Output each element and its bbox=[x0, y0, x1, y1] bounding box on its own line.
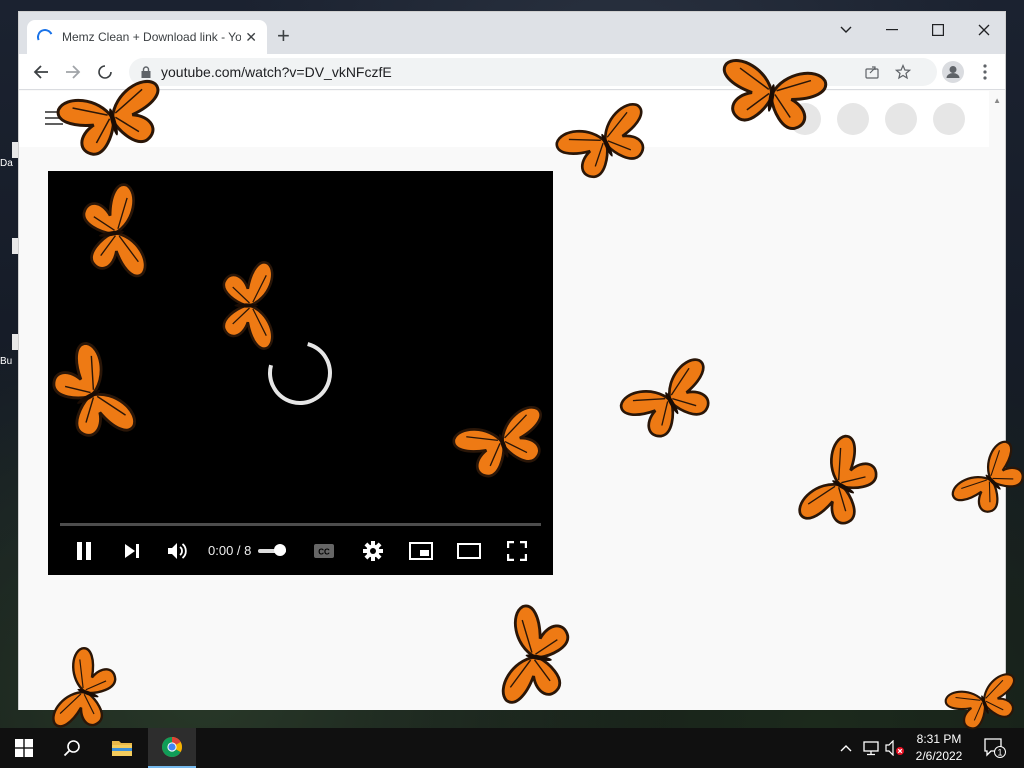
pause-button[interactable] bbox=[72, 539, 96, 563]
gear-icon bbox=[363, 541, 383, 561]
bookmark-star-icon[interactable] bbox=[895, 64, 911, 80]
miniplayer-button[interactable] bbox=[409, 539, 433, 563]
taskbar: 8:31 PM 2/6/2022 1 bbox=[0, 728, 1024, 768]
kebab-menu-icon bbox=[983, 64, 987, 80]
clock-time: 8:31 PM bbox=[916, 732, 962, 746]
notification-count: 1 bbox=[997, 748, 1002, 758]
butterfly-overlay bbox=[552, 99, 660, 188]
file-explorer-button[interactable] bbox=[98, 728, 146, 768]
show-hidden-icons-button[interactable] bbox=[836, 728, 856, 768]
chrome-icon bbox=[162, 737, 182, 757]
miniplayer-icon bbox=[409, 542, 433, 560]
page-scrollbar[interactable] bbox=[989, 91, 1005, 710]
skip-next-icon bbox=[125, 544, 139, 558]
time-display: 0:00 / 8 bbox=[208, 543, 252, 558]
tab-active[interactable]: Memz Clean + Download link - YouTube ✕ bbox=[27, 20, 267, 54]
system-clock[interactable]: 8:31 PM 2/6/2022 bbox=[912, 731, 966, 765]
player-controls: 0:00 / 8 CC bbox=[48, 531, 553, 571]
lock-icon bbox=[141, 66, 151, 78]
butterfly-overlay bbox=[942, 670, 1024, 736]
volume-button[interactable] bbox=[166, 539, 190, 563]
folder-icon bbox=[112, 741, 132, 756]
back-button[interactable] bbox=[27, 58, 55, 86]
new-tab-button[interactable]: + bbox=[277, 23, 290, 49]
volume-slider-knob[interactable] bbox=[274, 544, 286, 556]
windows-logo-icon bbox=[15, 739, 33, 757]
butterfly-overlay bbox=[499, 603, 574, 712]
settings-button[interactable] bbox=[361, 539, 385, 563]
chevron-up-icon bbox=[840, 745, 852, 752]
pause-icon bbox=[77, 542, 91, 560]
header-placeholder-icon[interactable] bbox=[885, 103, 917, 135]
tab-search-button[interactable] bbox=[823, 16, 869, 44]
maximize-button[interactable] bbox=[915, 16, 961, 44]
desktop-icon-label: Bu bbox=[0, 356, 13, 367]
butterfly-overlay bbox=[222, 261, 274, 350]
close-icon bbox=[978, 24, 990, 36]
butterfly-overlay bbox=[49, 644, 124, 741]
menu-button[interactable] bbox=[971, 58, 999, 86]
butterfly-overlay bbox=[54, 77, 172, 163]
progress-bar[interactable] bbox=[60, 523, 541, 526]
profile-button[interactable] bbox=[939, 58, 967, 86]
url-text: youtube.com/watch?v=DV_vkNFczfE bbox=[161, 64, 392, 80]
butterfly-overlay bbox=[41, 338, 141, 454]
clock-date: 2/6/2022 bbox=[915, 749, 963, 763]
share-icon[interactable] bbox=[865, 65, 879, 79]
butterfly-overlay bbox=[616, 354, 726, 449]
close-window-button[interactable] bbox=[961, 16, 1007, 44]
network-icon bbox=[863, 741, 879, 756]
butterfly-overlay bbox=[449, 402, 557, 486]
minimize-icon bbox=[886, 29, 898, 31]
chevron-down-icon bbox=[840, 26, 852, 33]
volume-muted-icon bbox=[885, 740, 904, 756]
butterfly-overlay bbox=[794, 431, 889, 541]
volume-icon bbox=[168, 543, 187, 559]
volume-tray-button[interactable] bbox=[884, 728, 906, 768]
arrow-left-icon bbox=[33, 65, 48, 79]
desktop-icon-label: Da bbox=[0, 158, 13, 169]
butterfly-overlay bbox=[714, 56, 829, 135]
maximize-icon bbox=[932, 24, 944, 36]
scroll-up-icon[interactable]: ▲ bbox=[993, 96, 1001, 105]
start-button[interactable] bbox=[0, 728, 48, 768]
butterfly-overlay bbox=[78, 181, 149, 285]
notification-center-button[interactable]: 1 bbox=[984, 738, 1006, 763]
chrome-taskbar-button[interactable] bbox=[148, 728, 196, 768]
svg-text:CC: CC bbox=[318, 548, 330, 557]
loading-spinner-icon bbox=[34, 26, 56, 48]
search-icon bbox=[63, 740, 80, 757]
notification-icon: 1 bbox=[984, 738, 1006, 758]
fullscreen-icon bbox=[507, 541, 527, 561]
minimize-button[interactable] bbox=[869, 16, 915, 44]
butterfly-overlay bbox=[948, 437, 1024, 525]
next-button[interactable] bbox=[120, 539, 144, 563]
header-placeholder-icon[interactable] bbox=[837, 103, 869, 135]
theater-icon bbox=[457, 543, 481, 559]
tab-close-icon[interactable]: ✕ bbox=[245, 29, 257, 46]
captions-icon: CC bbox=[314, 544, 334, 558]
avatar-icon bbox=[942, 61, 964, 83]
header-placeholder-icon[interactable] bbox=[933, 103, 965, 135]
tab-title: Memz Clean + Download link - YouTube bbox=[62, 30, 242, 44]
network-button[interactable] bbox=[860, 728, 882, 768]
captions-button[interactable]: CC bbox=[312, 539, 336, 563]
tab-strip: Memz Clean + Download link - YouTube ✕ + bbox=[19, 12, 1005, 54]
fullscreen-button[interactable] bbox=[505, 539, 529, 563]
theater-mode-button[interactable] bbox=[457, 539, 481, 563]
search-button[interactable] bbox=[48, 728, 96, 768]
